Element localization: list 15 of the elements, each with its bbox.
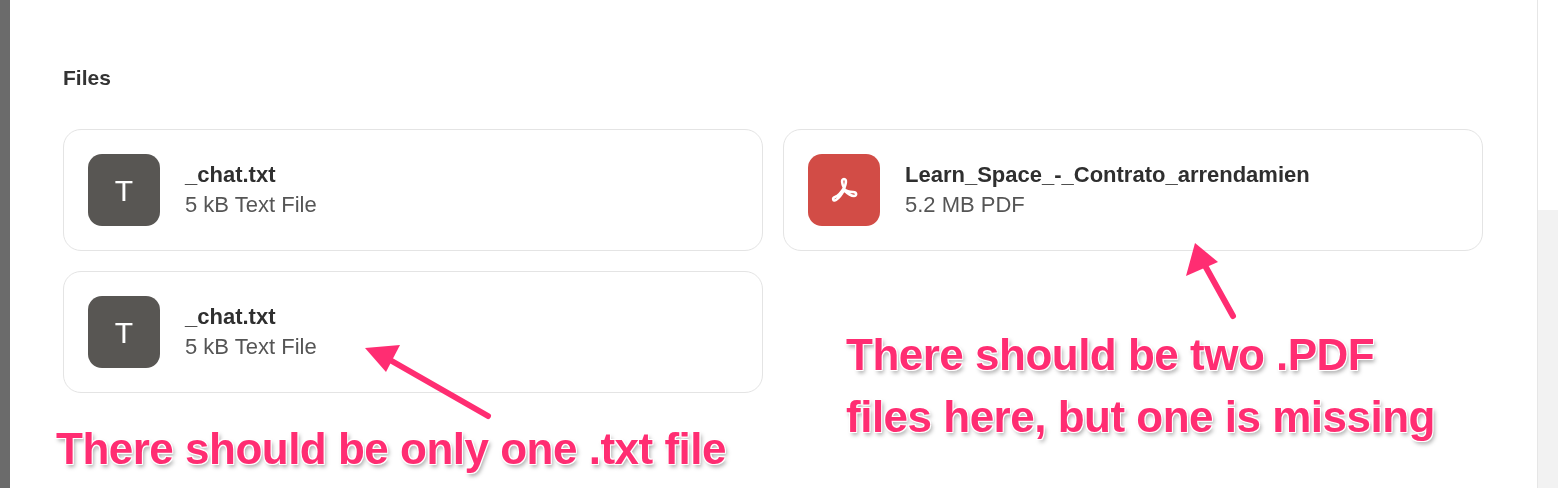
- file-card[interactable]: T _chat.txt 5 kB Text File: [63, 129, 763, 251]
- text-file-icon: T: [88, 154, 160, 226]
- file-name: _chat.txt: [185, 161, 277, 189]
- file-name: _chat.txt: [185, 303, 277, 331]
- annotation-text: There should be only one .txt file: [56, 423, 726, 475]
- section-title: Files: [63, 65, 112, 91]
- pdf-file-icon: [808, 154, 880, 226]
- file-meta: 5.2 MB PDF: [905, 191, 1026, 219]
- file-name: Learn_Space_-_Contrato_arrendamien: [905, 161, 1310, 189]
- file-meta: 5 kB Text File: [185, 191, 317, 219]
- text-file-icon: T: [88, 296, 160, 368]
- file-card[interactable]: Learn_Space_-_Contrato_arrendamien 5.2 MB PDF: [783, 129, 1483, 251]
- file-meta: 5 kB Text File: [185, 333, 317, 361]
- annotation-text: There should be two .PDF files here, but one is missing: [846, 329, 1435, 443]
- file-card[interactable]: T _chat.txt 5 kB Text File: [63, 271, 763, 393]
